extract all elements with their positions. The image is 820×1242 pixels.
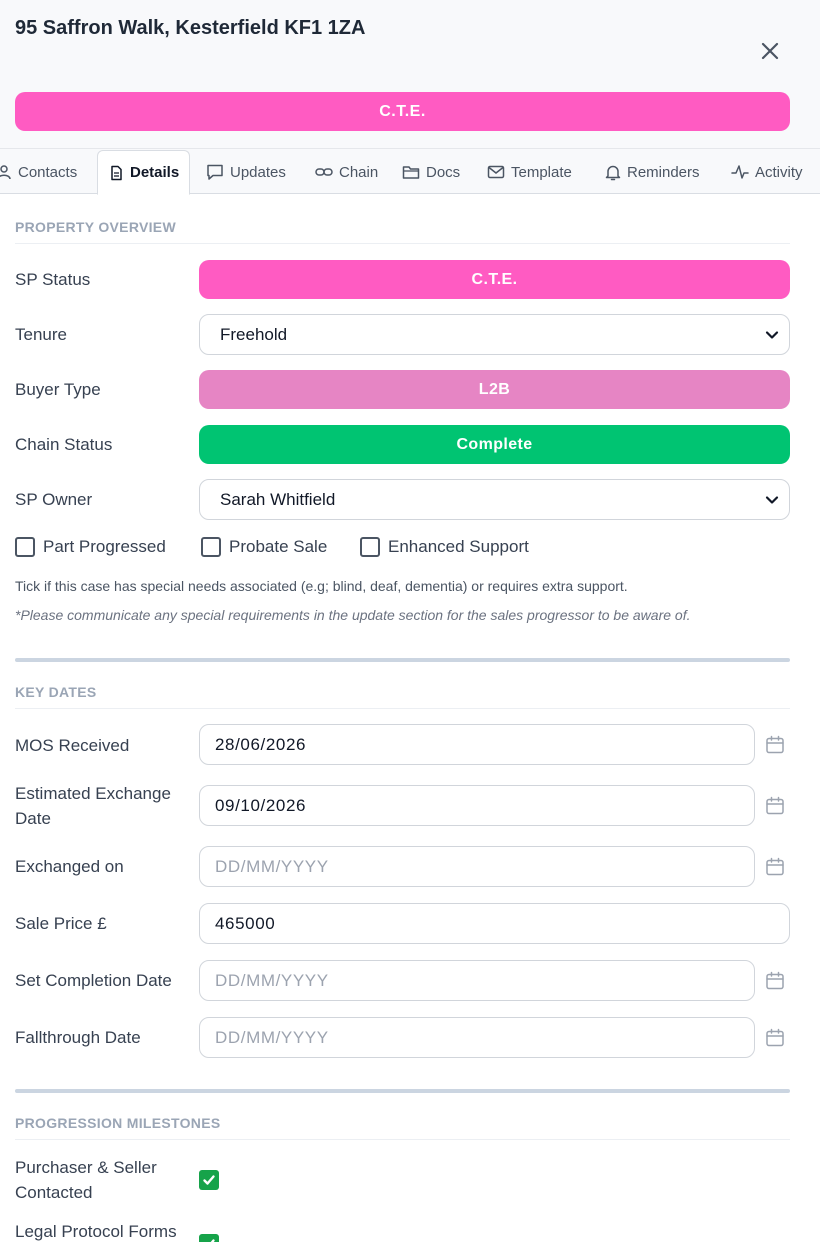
chain-status-label: Chain Status [15,435,113,454]
tenure-label: Tenure [15,325,67,344]
tab-label: Docs [426,163,461,181]
chevron-down-icon [765,331,779,339]
close-icon [761,42,779,60]
document-icon [111,165,122,180]
part-progressed-checkbox[interactable]: Part Progressed [15,537,166,557]
estimated-exchange-input[interactable]: 09/10/2026 [199,785,755,826]
exchanged-on-label: Exchanged on [15,857,124,876]
legal-protocol-forms-checkbox[interactable] [199,1234,219,1242]
calendar-icon[interactable] [765,971,785,991]
sale-price-input[interactable]: 465000 [199,903,790,944]
tab-activity[interactable]: Activity [731,149,803,195]
fallthrough-label: Fallthrough Date [15,1028,141,1047]
probate-sale-checkbox[interactable]: Probate Sale [201,537,327,557]
section-heading-key-dates: KEY DATES [15,684,97,700]
milestone-label-line1: Legal Protocol Forms [15,1222,177,1241]
sp-status-label: SP Status [15,270,91,289]
sale-price-label: Sale Price £ [15,914,107,933]
tab-label: Contacts [18,163,78,181]
section-divider [15,1139,790,1140]
calendar-icon[interactable] [765,857,785,877]
sp-owner-select[interactable]: Sarah Whitfield [199,479,790,520]
tenure-value: Freehold [220,324,288,344]
tab-chain[interactable]: Chain [315,149,378,195]
tab-contacts[interactable]: Contacts [0,149,77,195]
tab-label: Updates [230,163,286,181]
tab-reminders[interactable]: Reminders [605,149,700,195]
section-divider [15,243,790,244]
tab-label: Chain [339,163,379,181]
tab-label: Template [511,163,572,181]
section-heading-progression-milestones: PROGRESSION MILESTONES [15,1115,221,1131]
special-requirements-note: *Please communicate any special requirem… [15,607,691,623]
sp-owner-value: Sarah Whitfield [220,489,336,509]
status-banner: C.T.E. [15,92,790,131]
close-button[interactable] [754,35,786,67]
tab-updates[interactable]: Updates [206,149,286,195]
tenure-select[interactable]: Freehold [199,314,790,355]
section-heading-property-overview: PROPERTY OVERVIEW [15,219,176,235]
checkbox-label: Part Progressed [43,537,166,556]
buyer-type-pill[interactable]: L2B [199,370,790,409]
mail-icon [487,165,505,179]
tab-template[interactable]: Template [487,149,572,195]
estimated-exchange-label-line2: Date [15,809,51,828]
tab-label: Reminders [627,163,700,181]
checkmark-icon [203,1175,215,1185]
milestone-label-line2: Contacted [15,1183,93,1202]
property-address-title: 95 Saffron Walk, Kesterfield KF1 1ZA [15,17,366,39]
tab-details[interactable]: Details [97,150,191,195]
chain-status-pill[interactable]: Complete [199,425,790,464]
link-icon [315,168,333,176]
tab-docs[interactable]: Docs [402,149,460,195]
exchanged-on-input[interactable]: DD/MM/YYYY [199,846,755,887]
checkbox-box[interactable] [15,537,35,557]
calendar-icon[interactable] [765,796,785,816]
milestone-label-line1: Purchaser & Seller [15,1158,157,1177]
user-icon [0,165,11,180]
chat-icon [207,164,223,180]
tab-bar: Contacts Details Updates Chain Docs Temp… [0,148,820,195]
enhanced-support-checkbox[interactable]: Enhanced Support [360,537,529,557]
checkbox-label: Enhanced Support [388,537,529,556]
checkbox-box[interactable] [201,537,221,557]
section-divider [15,708,790,709]
tab-label: Activity [755,163,803,181]
buyer-type-label: Buyer Type [15,380,101,399]
calendar-icon[interactable] [765,1028,785,1048]
purchaser-seller-contacted-checkbox[interactable] [199,1170,219,1190]
tab-label: Details [130,164,180,181]
mos-received-input[interactable]: 28/06/2026 [199,724,755,765]
bell-icon [605,165,621,180]
chevron-down-icon [765,496,779,504]
fallthrough-input[interactable]: DD/MM/YYYY [199,1017,755,1058]
sp-status-pill[interactable]: C.T.E. [199,260,790,299]
estimated-exchange-label-line1: Estimated Exchange [15,784,171,803]
folder-icon [402,166,420,179]
checkbox-box[interactable] [360,537,380,557]
section-separator [15,658,790,662]
mos-received-label: MOS Received [15,736,130,755]
checkmark-icon [210,1239,215,1242]
checkbox-label: Probate Sale [229,537,328,556]
set-completion-input[interactable]: DD/MM/YYYY [199,960,755,1001]
activity-icon [731,165,749,179]
sp-owner-label: SP Owner [15,490,93,509]
special-needs-help-text: Tick if this case has special needs asso… [15,578,628,594]
modal-header: 95 Saffron Walk, Kesterfield KF1 1ZA C.T… [0,0,820,148]
section-separator [15,1089,790,1093]
set-completion-label: Set Completion Date [15,971,172,990]
calendar-icon[interactable] [765,735,785,755]
